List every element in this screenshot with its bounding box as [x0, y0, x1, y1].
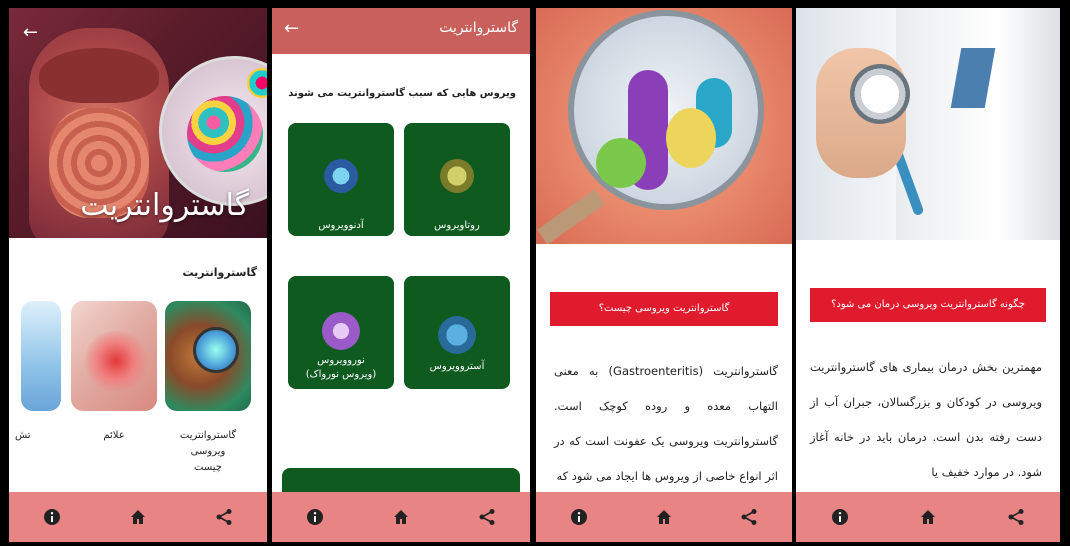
- app-bar-title: گاستروانتریت: [439, 20, 518, 36]
- card-image-what-is[interactable]: [165, 301, 251, 411]
- virus-illustration: [187, 96, 263, 172]
- bottom-nav: [272, 492, 530, 542]
- germ-illustration: [596, 138, 646, 188]
- hero-title: گاستروانتریت: [80, 188, 249, 223]
- info-icon[interactable]: [303, 505, 327, 529]
- card-label-what-is[interactable]: گاستروانتریت ویروسی چیست: [165, 428, 251, 476]
- section-heading: گاستروانتریت ویروسی چیست؟: [550, 292, 778, 326]
- back-arrow-icon[interactable]: ←: [284, 18, 299, 39]
- info-icon[interactable]: [40, 505, 64, 529]
- virus-card-adenovirus[interactable]: آدنوویروس: [288, 123, 394, 236]
- share-icon[interactable]: [475, 505, 499, 529]
- belly-pain-illustration: [81, 331, 151, 391]
- astrovirus-icon: [438, 316, 476, 354]
- liver-illustration: [39, 48, 159, 103]
- home-icon[interactable]: [389, 505, 413, 529]
- article-paragraph: گاستروانتریت (Gastroenteritis) به معنی ا…: [554, 364, 778, 483]
- share-icon[interactable]: [1004, 505, 1028, 529]
- virus-label: آدنوویروس: [318, 220, 364, 231]
- virus-label-line2: (ویروس نورواک): [305, 369, 377, 380]
- hero-image: [796, 8, 1060, 240]
- norovirus-icon: [322, 312, 360, 350]
- screen-home: ← گاستروانتریت گاستروانتریت گاستروانتریت…: [9, 8, 267, 542]
- card-label-line2: چیست: [194, 462, 222, 473]
- back-arrow-icon[interactable]: ←: [23, 22, 38, 43]
- card-image-symptoms[interactable]: [71, 301, 157, 411]
- adenovirus-icon: [324, 159, 358, 193]
- home-icon[interactable]: [126, 505, 150, 529]
- magnifier-icon: [193, 327, 239, 373]
- card-label-line1: گاستروانتریت ویروسی: [179, 430, 237, 457]
- germ-illustration: [666, 108, 716, 168]
- info-icon[interactable]: [567, 505, 591, 529]
- home-icon[interactable]: [652, 505, 676, 529]
- share-icon[interactable]: [212, 505, 236, 529]
- screen-treatment: چگونه گاستروانتریت ویروسی درمان می شود؟ …: [796, 8, 1060, 542]
- app-bar: ← گاستروانتریت: [272, 8, 530, 54]
- hero-image: [536, 8, 792, 244]
- stethoscope-icon: [850, 64, 910, 124]
- card-label-diagnosis[interactable]: تش: [15, 428, 55, 444]
- bottom-nav: [796, 492, 1060, 542]
- magnifier-handle: [537, 189, 605, 244]
- card-image-diagnosis[interactable]: [21, 301, 61, 411]
- share-icon[interactable]: [737, 505, 761, 529]
- home-icon[interactable]: [916, 505, 940, 529]
- virus-card-astrovirus[interactable]: آستروویروس: [404, 276, 510, 389]
- rotavirus-icon: [440, 159, 474, 193]
- screen-what-is: گاستروانتریت ویروسی چیست؟ گاستروانتریت (…: [536, 8, 792, 542]
- virus-label: روتاویروس: [434, 220, 480, 231]
- bottom-nav: [536, 492, 792, 542]
- virus-label-line1: نوروویروس: [317, 355, 365, 366]
- bottom-nav: [9, 492, 267, 542]
- section-heading: چگونه گاستروانتریت ویروسی درمان می شود؟: [810, 288, 1046, 322]
- page-subtitle: ویروس هایی که سبب گاستروانتریت می شوند: [288, 88, 516, 99]
- article-paragraph: مهمترین بخش درمان بیماری های گاستروانتری…: [810, 360, 1042, 479]
- screen-virus-types: ← گاستروانتریت ویروس هایی که سبب گاستروا…: [272, 8, 530, 542]
- info-icon[interactable]: [828, 505, 852, 529]
- hero-image: ← گاستروانتریت: [9, 8, 267, 238]
- virus-card-rotavirus[interactable]: روتاویروس: [404, 123, 510, 236]
- virus-label: آستروویروس: [429, 361, 485, 372]
- virus-label: نوروویروس (ویروس نورواک): [288, 354, 394, 382]
- card-label-symptoms[interactable]: علائم: [71, 428, 157, 444]
- section-title: گاستروانتریت: [182, 266, 257, 279]
- virus-card-norovirus[interactable]: نوروویروس (ویروس نورواک): [288, 276, 394, 389]
